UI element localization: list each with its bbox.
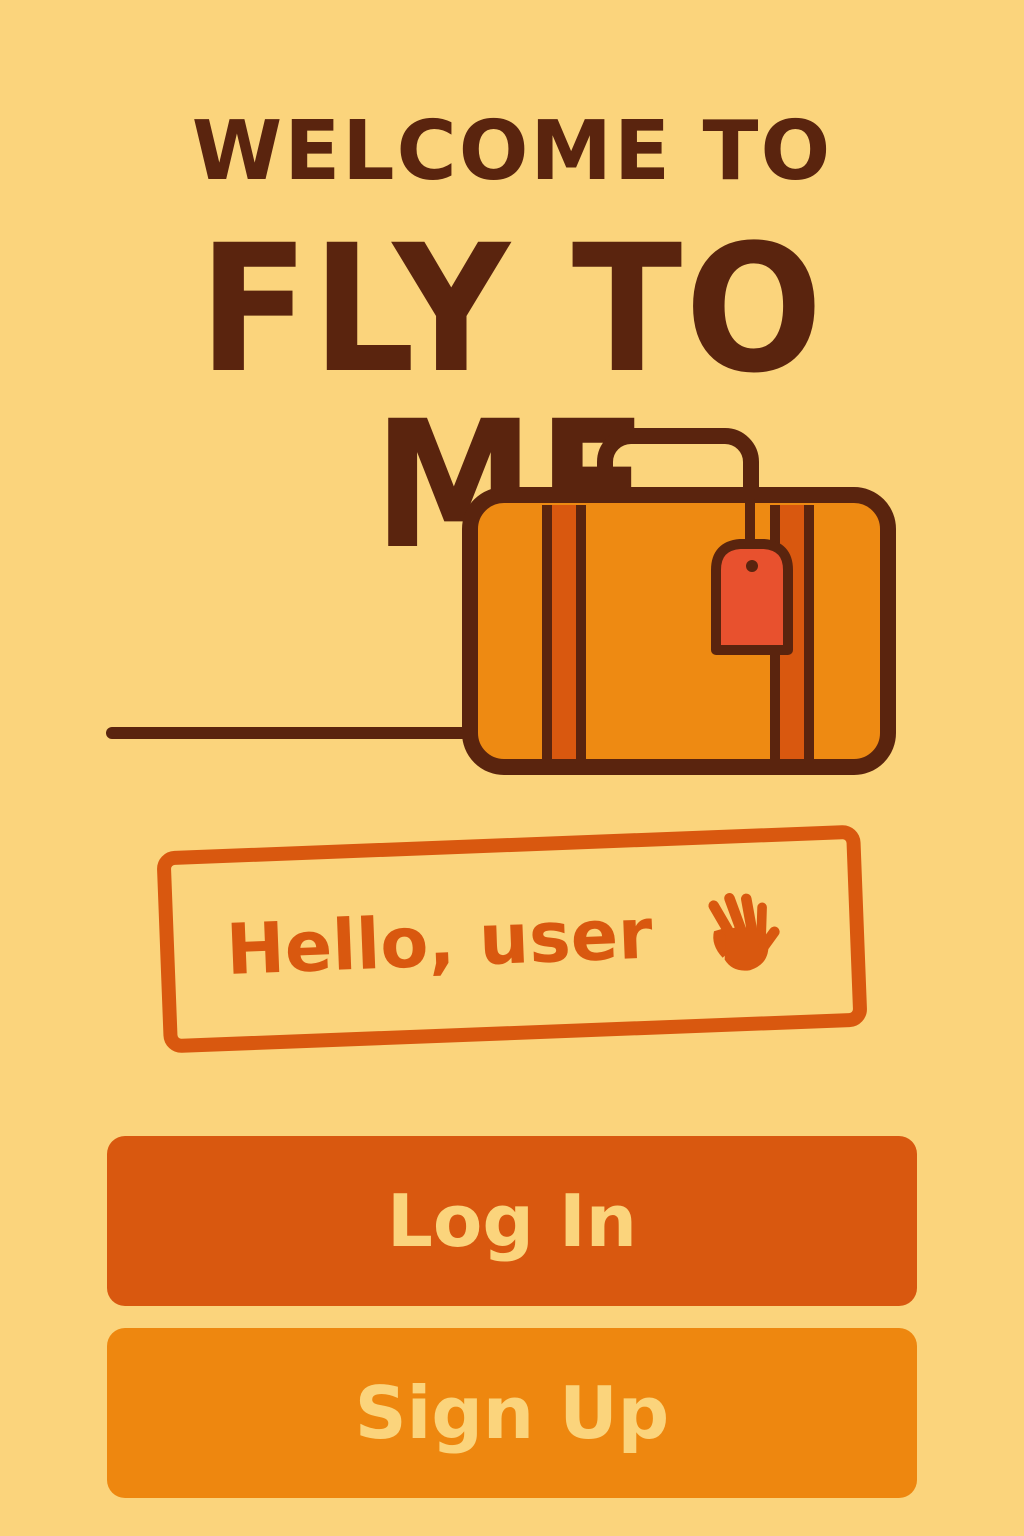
greeting-text: Hello, user	[224, 892, 655, 991]
welcome-line: WELCOME TO	[191, 104, 833, 199]
waving-hand-icon	[708, 893, 780, 971]
signup-button[interactable]: Sign Up	[107, 1328, 917, 1498]
login-button[interactable]: Log In	[107, 1136, 917, 1306]
suitcase-strap-left	[547, 505, 581, 759]
suitcase-icon	[106, 428, 896, 775]
luggage-tag-icon	[711, 539, 793, 655]
greeting-card: Hello, user	[156, 824, 868, 1054]
suitcase-body	[462, 487, 896, 775]
